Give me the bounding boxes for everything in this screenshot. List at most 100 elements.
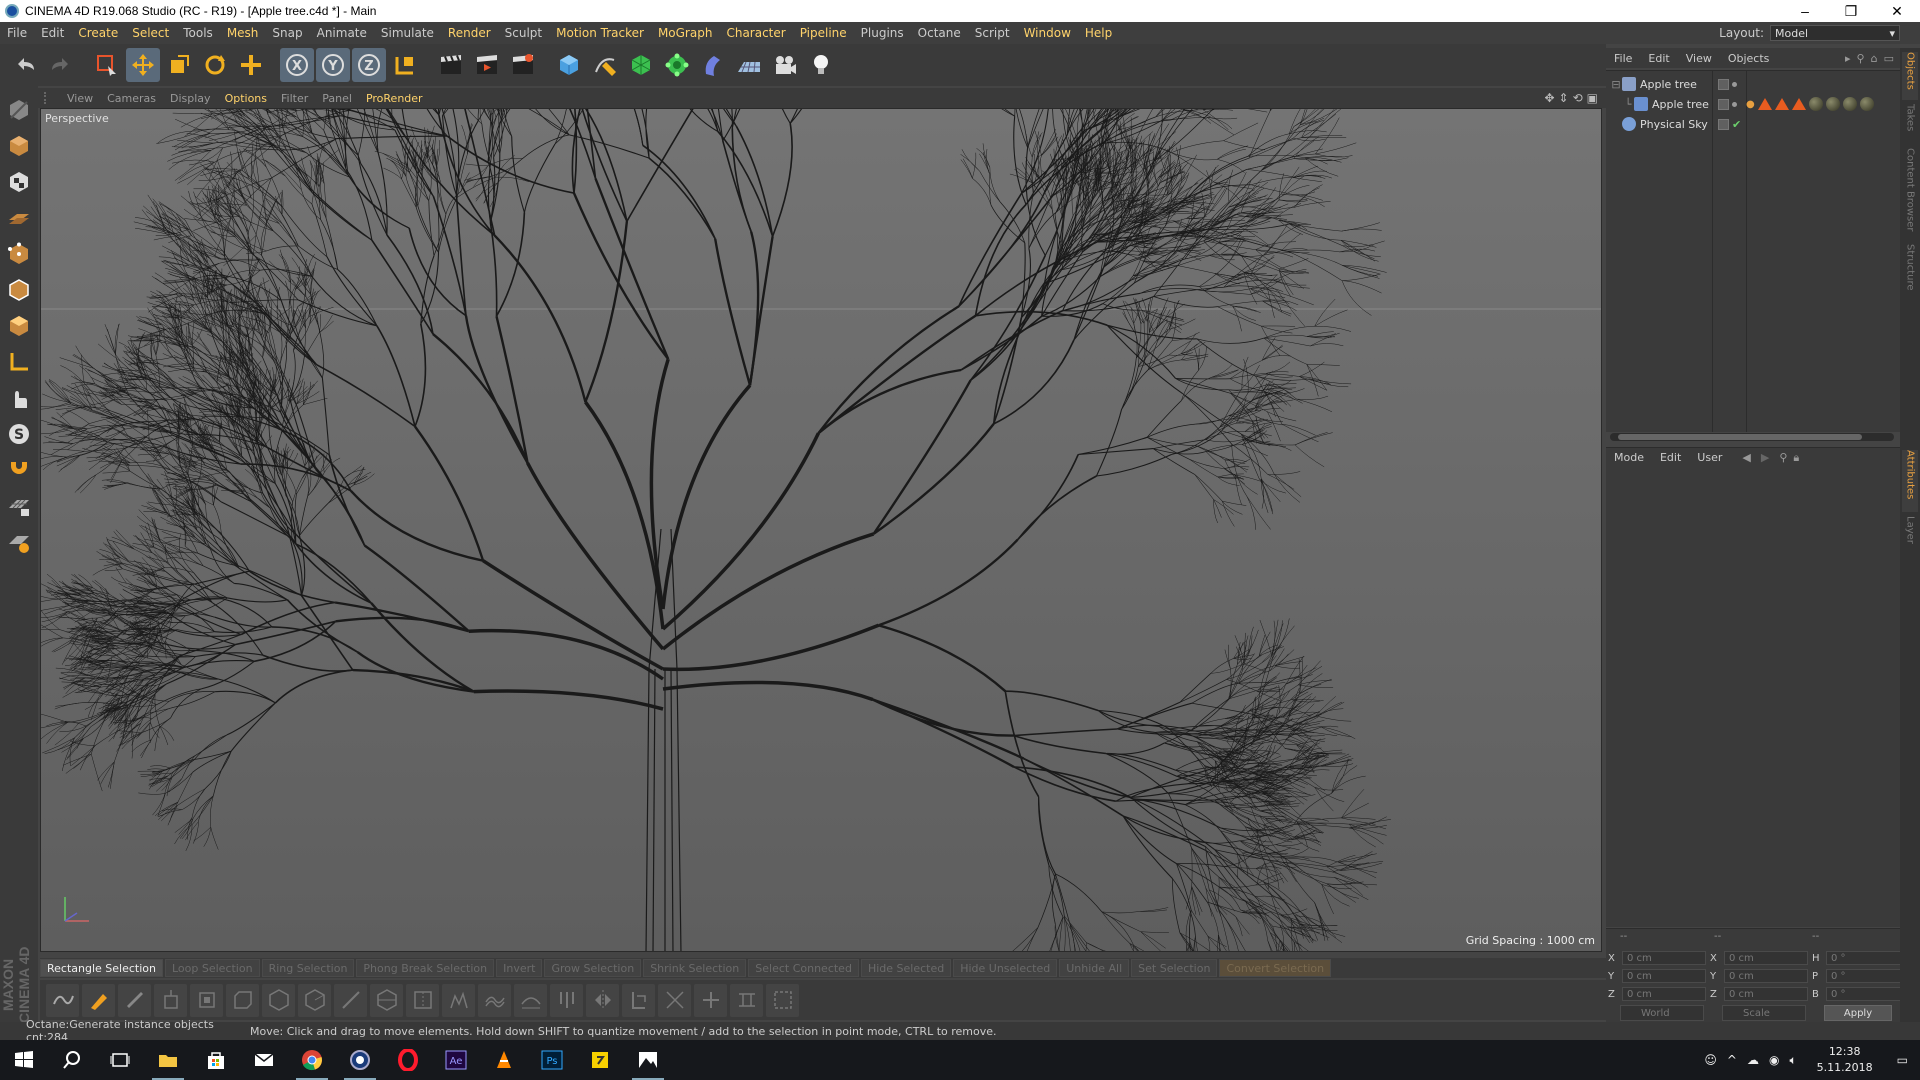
viewport-menu-panel[interactable]: Panel (315, 92, 359, 105)
menu-pipeline[interactable]: Pipeline (793, 26, 854, 40)
menu-file[interactable]: File (0, 26, 34, 40)
menu-script[interactable]: Script (968, 26, 1017, 40)
menu-mograph[interactable]: MoGraph (651, 26, 720, 40)
branch (1299, 376, 1331, 385)
pan-icon[interactable]: ✥ (1544, 91, 1554, 105)
dolly-icon[interactable]: ⇕ (1559, 91, 1569, 105)
menu-edit[interactable]: Edit (34, 26, 71, 40)
branch (115, 324, 119, 355)
polygons-mode-button[interactable] (3, 310, 35, 342)
texture-mode-button[interactable] (3, 166, 35, 198)
branch (313, 109, 318, 115)
branch (187, 161, 215, 185)
minimize-button[interactable]: – (1782, 0, 1828, 22)
floor-button[interactable] (732, 48, 766, 82)
menu-mesh[interactable]: Mesh (220, 26, 266, 40)
viewport-menu-display[interactable]: Display (163, 92, 218, 105)
z-axis-lock-button[interactable]: Z (352, 48, 386, 82)
branch (265, 160, 286, 177)
move-tool-button[interactable] (126, 48, 160, 82)
close-button[interactable]: ✕ (1874, 0, 1920, 22)
live-selection-button[interactable] (90, 48, 124, 82)
branch (1279, 258, 1309, 270)
coordinate-system-button[interactable] (388, 48, 422, 82)
viewport-menu-view[interactable]: View (60, 92, 100, 105)
redo-button[interactable] (44, 48, 78, 82)
cube-object-button[interactable] (552, 48, 586, 82)
branch (246, 250, 267, 254)
branch (316, 364, 416, 428)
menu-help[interactable]: Help (1078, 26, 1119, 40)
branch (1294, 201, 1331, 208)
undo-button[interactable] (8, 48, 42, 82)
perspective-viewport[interactable]: Perspective Grid Spacing : 1000 cm (40, 108, 1602, 952)
viewport-menu-options[interactable]: Options (218, 92, 274, 105)
rotate-tool-button[interactable] (198, 48, 232, 82)
x-axis-lock-button[interactable]: X (280, 48, 314, 82)
apple-tree-wireframe (41, 109, 1601, 951)
branch (41, 429, 69, 435)
model-mode-button[interactable] (3, 130, 35, 162)
light-button[interactable] (804, 48, 838, 82)
branch (266, 245, 299, 252)
viewport-menu-prorender[interactable]: ProRender (359, 92, 430, 105)
maximize-view-icon[interactable]: ▣ (1587, 91, 1598, 105)
make-editable-button[interactable] (3, 94, 35, 126)
layout-value: Model (1775, 26, 1809, 40)
menu-sculpt[interactable]: Sculpt (498, 26, 549, 40)
solo-button[interactable]: S (3, 418, 35, 450)
panel-grip[interactable] (44, 92, 54, 104)
bend-deformer-icon (705, 56, 720, 76)
branch (572, 192, 670, 360)
branch (311, 275, 378, 327)
viewport-menu-filter[interactable]: Filter (274, 92, 315, 105)
menu-simulate[interactable]: Simulate (374, 26, 441, 40)
orbit-icon[interactable]: ⟲ (1573, 91, 1583, 105)
cinema4d-app-icon (5, 4, 19, 18)
render-to-picture-viewer-button[interactable] (470, 48, 504, 82)
menu-plugins[interactable]: Plugins (854, 26, 911, 40)
snapping-button[interactable] (3, 454, 35, 486)
branch (1260, 478, 1281, 502)
deformer-button[interactable] (696, 48, 730, 82)
branch (522, 134, 570, 159)
render-settings-button[interactable] (506, 48, 540, 82)
menu-window[interactable]: Window (1017, 26, 1078, 40)
menu-character[interactable]: Character (719, 26, 792, 40)
render-view-button[interactable] (434, 48, 468, 82)
branch (245, 110, 265, 124)
edges-mode-button[interactable] (3, 274, 35, 306)
array-cloner-button[interactable] (660, 48, 694, 82)
viewport-menu-cameras[interactable]: Cameras (100, 92, 163, 105)
cube-icon (560, 55, 578, 75)
workplane-lock-button[interactable] (3, 490, 35, 522)
menu-create[interactable]: Create (71, 26, 125, 40)
menu-animate[interactable]: Animate (310, 26, 374, 40)
menu-snap[interactable]: Snap (265, 26, 309, 40)
subdivision-surface-button[interactable] (624, 48, 658, 82)
recent-tools-button[interactable] (234, 48, 268, 82)
branch (48, 441, 73, 444)
menu-octane[interactable]: Octane (911, 26, 968, 40)
branch (1165, 320, 1183, 330)
tweak-mode-button[interactable] (3, 382, 35, 414)
branch (1265, 371, 1289, 374)
menu-render[interactable]: Render (441, 26, 498, 40)
restore-button[interactable]: ❐ (1828, 0, 1874, 22)
layout-dropdown[interactable]: Model ▾ (1770, 25, 1900, 41)
points-mode-button[interactable] (3, 238, 35, 270)
branch (1278, 270, 1294, 296)
y-axis-lock-button[interactable]: Y (316, 48, 350, 82)
workplane-mode-button[interactable] (3, 202, 35, 234)
menu-select[interactable]: Select (125, 26, 176, 40)
planar-workplane-button[interactable] (3, 526, 35, 558)
menu-motion-tracker[interactable]: Motion Tracker (549, 26, 651, 40)
camera-button[interactable] (768, 48, 802, 82)
branch (1314, 298, 1336, 327)
scale-tool-button[interactable] (162, 48, 196, 82)
axis-mode-button[interactable] (3, 346, 35, 378)
menu-tools[interactable]: Tools (176, 26, 220, 40)
pen-spline-button[interactable] (588, 48, 622, 82)
layout-selector: Layout: Model ▾ (1719, 25, 1920, 41)
branch (1315, 142, 1357, 155)
